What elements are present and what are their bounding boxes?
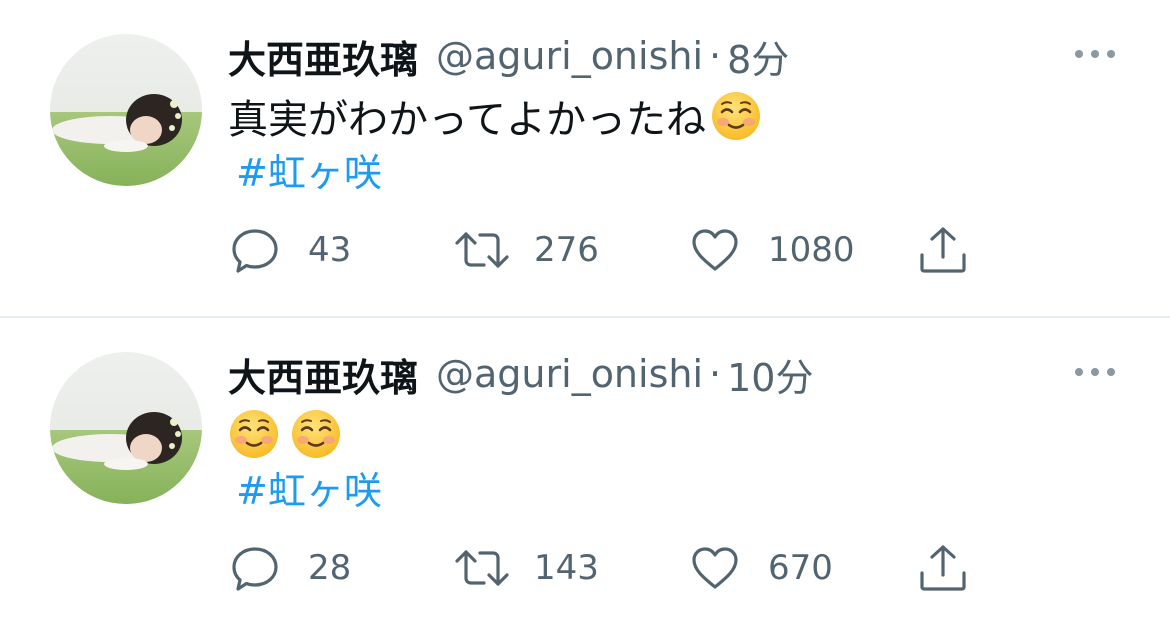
timestamp[interactable]: 8分 (727, 29, 789, 84)
heart-icon (692, 547, 738, 589)
reply-count: 43 (308, 230, 352, 270)
reply-icon (232, 229, 278, 273)
separator: · (709, 352, 722, 396)
share-button[interactable] (918, 222, 968, 278)
tweet-text-content: 真実がわかってよかったね (228, 97, 706, 143)
hashtag-link[interactable]: #虹ヶ咲 (236, 466, 382, 516)
share-icon (920, 227, 966, 273)
avatar[interactable] (50, 352, 202, 504)
reply-button[interactable]: 28 (230, 540, 351, 596)
user-handle[interactable]: @aguri_onishi (436, 34, 703, 78)
retweet-count: 143 (534, 548, 599, 588)
hashtag-link[interactable]: #虹ヶ咲 (236, 148, 382, 198)
retweet-count: 276 (534, 230, 599, 270)
retweet-button[interactable]: 143 (454, 540, 599, 596)
share-button[interactable] (918, 540, 968, 596)
user-handle[interactable]: @aguri_onishi (436, 352, 703, 396)
avatar-photo (50, 352, 202, 504)
tweet-text (228, 406, 342, 462)
tweet-actions: 28 143 670 (0, 540, 1170, 596)
heart-icon (692, 229, 738, 271)
tweet-header: 大西亜玖璃 @aguri_onishi · 10分 (228, 344, 813, 404)
tweet-actions: 43 276 1080 (0, 222, 1170, 278)
like-count: 670 (768, 548, 833, 588)
more-icon[interactable] (1072, 44, 1118, 64)
avatar-photo (50, 34, 202, 186)
display-name[interactable]: 大西亜玖璃 (228, 347, 418, 402)
timestamp[interactable]: 10分 (727, 347, 813, 402)
tweet[interactable]: 大西亜玖璃 @aguri_onishi · 8分 真実がわかってよかったね #虹… (0, 0, 1170, 316)
retweet-icon (455, 550, 509, 586)
tweet-text: 真実がわかってよかったね (228, 88, 762, 144)
retweet-icon (455, 232, 509, 268)
reply-icon (232, 547, 278, 591)
smiling-face-icon (292, 410, 340, 458)
smiling-face-icon (230, 410, 278, 458)
retweet-button[interactable]: 276 (454, 222, 599, 278)
tweet[interactable]: 大西亜玖璃 @aguri_onishi · 10分 #虹ヶ咲 28 143 67… (0, 318, 1170, 634)
more-icon[interactable] (1072, 362, 1118, 382)
share-icon (920, 545, 966, 591)
reply-button[interactable]: 43 (230, 222, 351, 278)
like-count: 1080 (768, 230, 855, 270)
tweet-header: 大西亜玖璃 @aguri_onishi · 8分 (228, 26, 789, 86)
avatar[interactable] (50, 34, 202, 186)
display-name[interactable]: 大西亜玖璃 (228, 29, 418, 84)
smiling-face-icon (712, 92, 760, 140)
like-button[interactable]: 1080 (690, 222, 855, 278)
reply-count: 28 (308, 548, 352, 588)
like-button[interactable]: 670 (690, 540, 833, 596)
separator: · (709, 34, 722, 78)
